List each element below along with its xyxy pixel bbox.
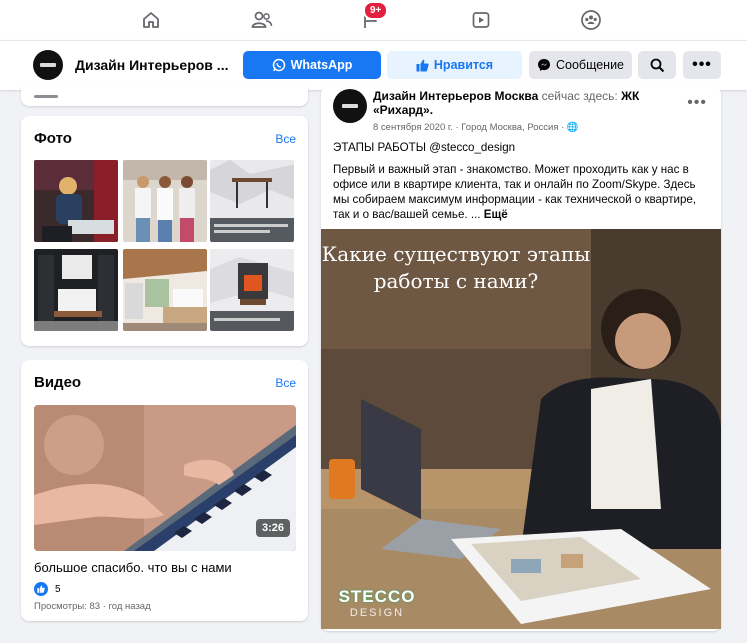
post-options-icon[interactable]: ••• bbox=[687, 94, 707, 112]
page-name[interactable]: Дизайн Интерьеров ... bbox=[75, 57, 235, 73]
post-location-prefix: сейчас здесь: bbox=[538, 89, 622, 103]
page-avatar[interactable] bbox=[33, 50, 63, 80]
like-label: Нравится bbox=[433, 58, 494, 72]
like-button[interactable]: Нравится bbox=[387, 51, 522, 79]
whatsapp-label: WhatsApp bbox=[290, 58, 353, 72]
image-headline-line-1: Какие существуют этапы bbox=[321, 242, 591, 266]
photo-thumb[interactable] bbox=[34, 160, 118, 242]
globe-icon: 🌐 bbox=[566, 122, 579, 133]
brand-logo: STECCO DESIGN bbox=[327, 587, 427, 619]
post-card: Дизайн Интерьеров Москва сейчас здесь: Ж… bbox=[321, 86, 721, 631]
messenger-icon bbox=[537, 59, 550, 71]
reaction-count[interactable]: 5 bbox=[55, 584, 61, 595]
post-place: · Город Москва, Россия · bbox=[452, 122, 567, 133]
top-nav: 9+ bbox=[0, 0, 747, 40]
post-date[interactable]: 8 сентября 2020 г. bbox=[373, 122, 453, 133]
photo-thumb[interactable] bbox=[123, 249, 207, 331]
search-icon bbox=[650, 58, 664, 72]
video-duration: 3:26 bbox=[255, 519, 290, 537]
intro-card-bottom bbox=[21, 86, 308, 106]
video-title[interactable]: большое спасибо. что вы с нами bbox=[34, 560, 232, 575]
post-tagline: ЭТАПЫ РАБОТЫ @stecco_design bbox=[333, 141, 516, 154]
post-meta: 8 сентября 2020 г. · Город Москва, Росси… bbox=[373, 122, 579, 133]
groups-icon[interactable] bbox=[579, 8, 603, 32]
post-author-avatar[interactable] bbox=[333, 89, 367, 123]
image-headline: Какие существуют этапы работы с нами? bbox=[321, 241, 591, 295]
whatsapp-icon bbox=[272, 58, 285, 72]
videos-see-all-link[interactable]: Все bbox=[275, 376, 296, 390]
divider bbox=[34, 95, 58, 98]
home-icon[interactable] bbox=[139, 8, 163, 32]
photos-card: Фото Все bbox=[21, 116, 308, 346]
post-image[interactable]: Какие существуют этапы работы с нами? ST… bbox=[321, 229, 721, 629]
post-text: ЭТАПЫ РАБОТЫ @stecco_design Первый и важ… bbox=[333, 140, 713, 229]
like-reaction-icon bbox=[34, 582, 48, 596]
see-more-link[interactable]: Ещё bbox=[484, 208, 508, 221]
message-label: Сообщение bbox=[555, 58, 625, 72]
whatsapp-button[interactable]: WhatsApp bbox=[243, 51, 381, 79]
videos-card: Видео Все 3:26 большое спасибо. что вы с… bbox=[21, 360, 308, 621]
post-author-link[interactable]: Дизайн Интерьеров Москва bbox=[373, 89, 538, 103]
photo-thumb[interactable] bbox=[34, 249, 118, 331]
brand-sub: DESIGN bbox=[349, 607, 405, 619]
image-headline-line-2: работы с нами? bbox=[373, 269, 539, 293]
brand-name: STECCO bbox=[338, 587, 416, 606]
watch-icon[interactable] bbox=[469, 8, 493, 32]
photo-thumb[interactable] bbox=[210, 160, 294, 242]
post-body: Первый и важный этап - знакомство. Может… bbox=[333, 163, 697, 221]
post-header: Дизайн Интерьеров Москва сейчас здесь: Ж… bbox=[373, 89, 673, 117]
photo-thumb[interactable] bbox=[123, 160, 207, 242]
more-dots-icon: ••• bbox=[692, 56, 712, 73]
notification-badge: 9+ bbox=[363, 1, 389, 20]
thumbs-up-icon bbox=[416, 59, 429, 71]
videos-title: Видео bbox=[34, 374, 82, 391]
message-button[interactable]: Сообщение bbox=[529, 51, 632, 79]
photo-thumb[interactable] bbox=[210, 249, 294, 331]
search-button[interactable] bbox=[638, 51, 676, 79]
video-thumbnail[interactable]: 3:26 bbox=[34, 405, 296, 551]
more-options-button[interactable]: ••• bbox=[683, 51, 721, 79]
photos-see-all-link[interactable]: Все bbox=[275, 132, 296, 146]
friends-icon[interactable] bbox=[250, 8, 274, 32]
photos-title: Фото bbox=[34, 130, 72, 147]
video-meta: Просмотры: 83 · год назад bbox=[34, 601, 151, 612]
